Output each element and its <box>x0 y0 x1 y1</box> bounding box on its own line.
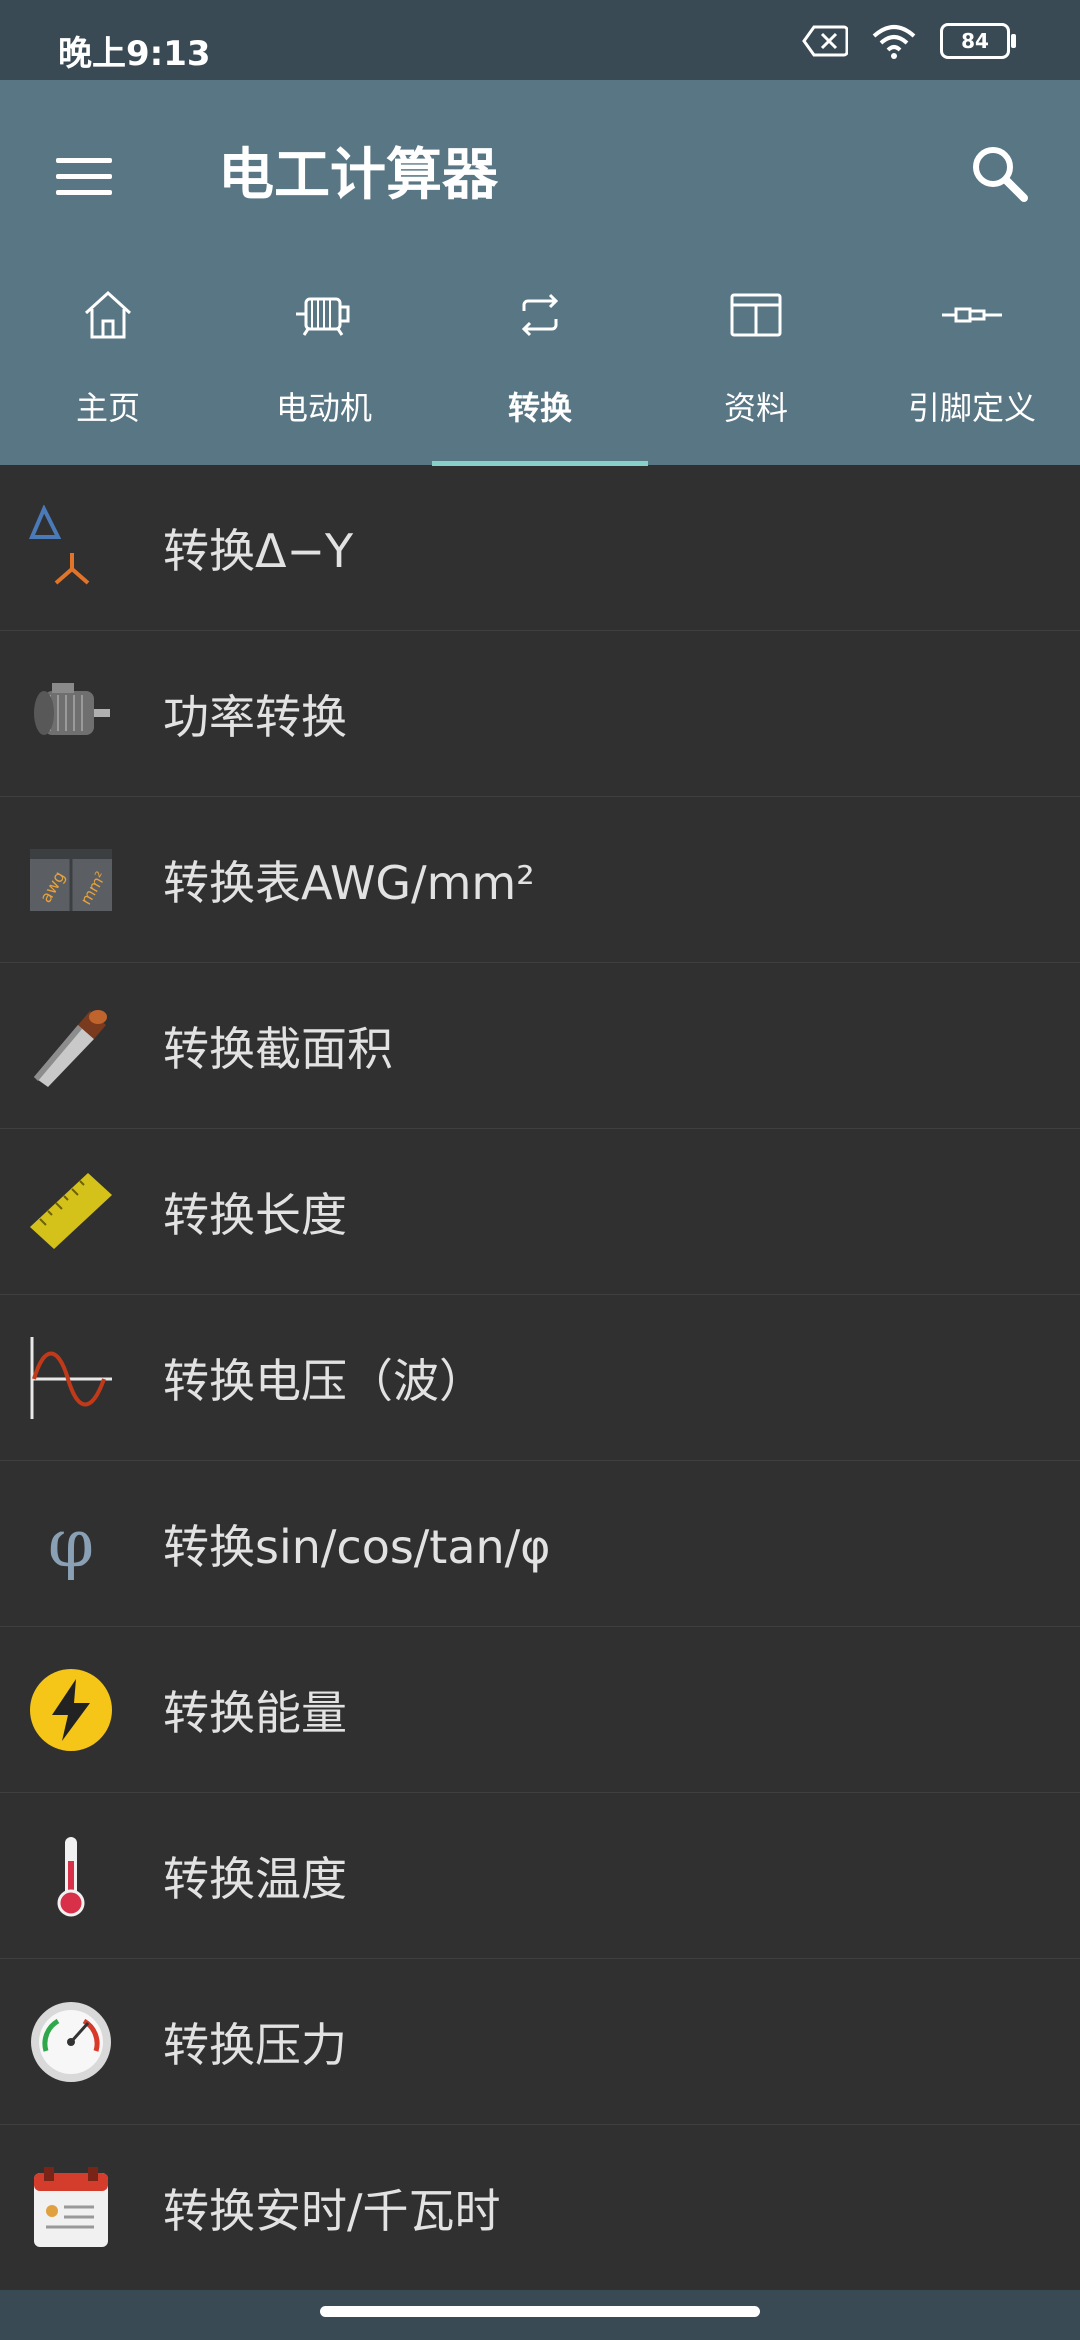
cable-icon <box>34 1009 107 1087</box>
list-item-label: 转换安时/千瓦时 <box>163 2183 501 2238</box>
list-item-label: 转换电压（波） <box>163 1353 485 1408</box>
list-item-label: 转换截面积 <box>163 1021 393 1076</box>
battery-icon: 84 <box>940 23 1016 59</box>
thermometer-icon <box>57 1836 85 1916</box>
list-item-label: 转换能量 <box>163 1685 347 1740</box>
search-button[interactable] <box>960 134 1040 214</box>
list-item-delta-y[interactable]: 转换Δ−Y <box>0 465 1080 631</box>
ruler-icon <box>30 1172 112 1249</box>
list-item-energy[interactable]: 转换能量 <box>0 1627 1080 1793</box>
list-item-cross-section[interactable]: 转换截面积 <box>0 963 1080 1129</box>
delta-star-icon <box>28 504 90 585</box>
tab-label: 引脚定义 <box>907 389 1036 427</box>
electric-motor-icon <box>34 682 110 735</box>
battery-calendar-icon <box>34 2166 108 2247</box>
list-item-label: 转换表AWG/mm² <box>163 855 535 910</box>
table-icon <box>730 293 782 337</box>
list-item-label: 转换sin/cos/tan/φ <box>163 1519 551 1574</box>
status-time: 晚上9:13 <box>58 34 211 74</box>
tab-label: 主页 <box>75 389 140 427</box>
motor-icon <box>296 297 350 336</box>
search-icon <box>973 147 1028 202</box>
lightning-icon <box>30 1668 112 1751</box>
list-item-length[interactable]: 转换长度 <box>0 1129 1080 1295</box>
home-icon <box>84 290 132 339</box>
tab-convert[interactable]: 转换 <box>432 275 648 465</box>
wifi-icon <box>872 25 916 59</box>
list-item-label: 转换Δ−Y <box>163 523 354 578</box>
list-item-temperature[interactable]: 转换温度 <box>0 1793 1080 1959</box>
list-item-voltage-wave[interactable]: 转换电压（波） <box>0 1295 1080 1461</box>
list-item-label: 转换温度 <box>163 1851 347 1906</box>
tab-home[interactable]: 主页 <box>0 275 216 465</box>
app-bar: 电工计算器 主页 电动机 转换 资料 引脚定义 <box>0 80 1080 466</box>
list-item-trig[interactable]: φ 转换sin/cos/tan/φ <box>0 1461 1080 1627</box>
app-title: 电工计算器 <box>218 143 498 208</box>
list-item-label: 转换长度 <box>163 1187 347 1242</box>
home-indicator[interactable] <box>320 2306 760 2317</box>
phi-icon: φ <box>47 1505 95 1582</box>
list-item-awg[interactable]: awg mm² 转换表AWG/mm² <box>0 797 1080 963</box>
gesture-bar <box>0 2290 1080 2340</box>
tab-data[interactable]: 资料 <box>648 275 864 465</box>
tab-bar: 主页 电动机 转换 资料 引脚定义 <box>0 275 1080 465</box>
menu-button[interactable] <box>48 140 120 212</box>
status-icons: 84 <box>802 22 1016 60</box>
list-item-label: 转换压力 <box>163 2017 347 2072</box>
list-item-ah-kwh[interactable]: 转换安时/千瓦时 <box>0 2125 1080 2291</box>
tab-pinout[interactable]: 引脚定义 <box>864 275 1080 465</box>
list-item-power[interactable]: 功率转换 <box>0 631 1080 797</box>
battery-level: 84 <box>961 29 989 53</box>
convert-icon <box>521 293 559 337</box>
tab-label: 电动机 <box>275 389 372 427</box>
awg-mm2-icon: awg mm² <box>30 848 112 911</box>
status-bar: 晚上9:13 84 <box>0 0 1080 80</box>
tab-label: 资料 <box>723 389 788 427</box>
list-item-pressure[interactable]: 转换压力 <box>0 1959 1080 2125</box>
sine-wave-icon <box>30 1336 112 1419</box>
tab-label: 转换 <box>507 389 572 427</box>
pressure-gauge-icon <box>31 2001 111 2082</box>
tab-motor[interactable]: 电动机 <box>216 275 432 465</box>
list-item-label: 功率转换 <box>163 689 347 744</box>
conversion-list: 转换Δ−Y 功率转换 awg mm² 转换表AWG/mm² 转换截面积 转换长度… <box>0 465 1080 2291</box>
connector-icon <box>942 307 1002 323</box>
sim-off-icon <box>802 25 848 57</box>
